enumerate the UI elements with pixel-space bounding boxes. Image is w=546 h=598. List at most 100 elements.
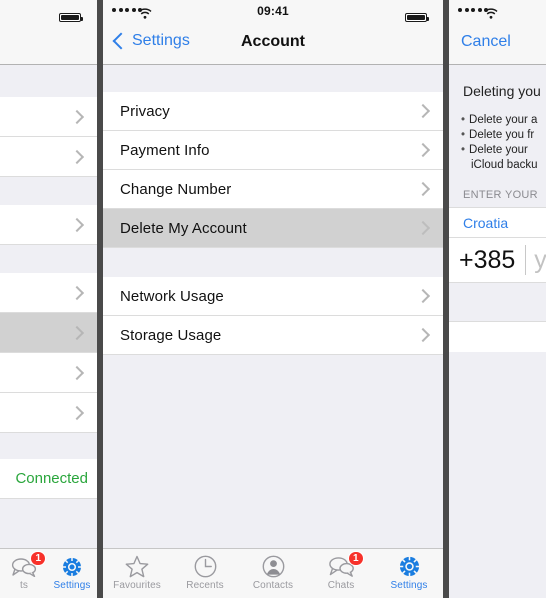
- row-delete-my-account[interactable]: Delete My Account: [103, 209, 443, 248]
- middle-phone-panel: 09:41 Settings Account Privacy Payment I…: [103, 0, 443, 598]
- left-list-row[interactable]: [0, 97, 97, 137]
- tab-favourites[interactable]: Favourites: [103, 549, 171, 598]
- left-list-row-selected[interactable]: [0, 313, 97, 353]
- list-item-text: iCloud backu: [471, 159, 538, 171]
- list-group-gap: [103, 248, 443, 277]
- gear-icon: [397, 554, 422, 579]
- left-tab-bar: 1 ts Settings: [0, 548, 97, 598]
- chevron-right-icon: [69, 365, 85, 380]
- right-nav-bar: Cancel: [449, 22, 546, 65]
- left-group-gap: [0, 433, 97, 459]
- left-list-row[interactable]: [0, 393, 97, 433]
- row-privacy[interactable]: Privacy: [103, 92, 443, 131]
- row-label: Payment Info: [120, 141, 210, 159]
- right-phone-panel: Cancel Deleting you • Delete your a • De…: [449, 0, 546, 598]
- tab-chats[interactable]: 1 Chats: [307, 549, 375, 598]
- left-list-row[interactable]: [0, 137, 97, 177]
- row-label: Change Number: [120, 180, 232, 198]
- tab-label: Settings: [390, 580, 428, 591]
- body-filler: [449, 352, 546, 552]
- tab-recents[interactable]: Recents: [171, 549, 239, 598]
- settings-group-usage: Network Usage Storage Usage: [103, 277, 443, 355]
- tab-settings[interactable]: Settings: [375, 549, 443, 598]
- list-item: • Delete your: [461, 143, 546, 158]
- tab-chats[interactable]: 1 ts: [0, 549, 48, 598]
- tab-label: Chats: [327, 580, 355, 591]
- list-item-text: Delete you fr: [469, 129, 535, 141]
- chevron-right-icon: [69, 149, 85, 164]
- list-item-text: Delete your a: [469, 114, 538, 126]
- chevron-right-icon: [69, 325, 85, 340]
- chevron-right-icon: [415, 142, 431, 158]
- left-list-row[interactable]: [0, 205, 97, 245]
- cancel-button[interactable]: Cancel: [461, 33, 511, 51]
- status-bar: 09:41: [103, 0, 443, 22]
- body-filler: [449, 283, 546, 321]
- row-label: Delete My Account: [120, 219, 247, 237]
- left-list-row[interactable]: [0, 353, 97, 393]
- row-change-number[interactable]: Change Number: [103, 170, 443, 209]
- chats-icon: 1: [11, 551, 46, 579]
- chevron-right-icon: [415, 220, 431, 236]
- row-payment-info[interactable]: Payment Info: [103, 131, 443, 170]
- star-icon: [125, 554, 149, 579]
- tab-contacts[interactable]: Contacts: [239, 549, 307, 598]
- tab-label: Contacts: [252, 580, 294, 591]
- delete-heading: Deleting you: [463, 83, 541, 99]
- row-storage-usage[interactable]: Storage Usage: [103, 316, 443, 355]
- delete-account-body: Deleting you • Delete your a • Delete yo…: [449, 65, 546, 552]
- chevron-right-icon: [415, 288, 431, 304]
- chevron-right-icon: [415, 181, 431, 197]
- gear-icon-svg: [61, 556, 83, 577]
- chats-badge: 1: [347, 551, 364, 566]
- tab-label: Favourites: [113, 580, 161, 591]
- list-item-continuation: iCloud backu: [461, 158, 546, 173]
- left-group-gap: [0, 245, 97, 273]
- row-network-usage[interactable]: Network Usage: [103, 277, 443, 316]
- settings-group-account: Privacy Payment Info Change Number Delet…: [103, 92, 443, 248]
- left-phone-panel: Connected 1 ts Settings: [0, 0, 97, 598]
- left-nav-bar: [0, 22, 97, 65]
- country-selector[interactable]: Croatia: [449, 207, 546, 238]
- country-code: +385: [459, 245, 516, 274]
- tab-label: Recents: [186, 580, 224, 591]
- status-time: 09:41: [257, 4, 289, 18]
- page-title: Account: [241, 33, 305, 50]
- left-group-gap: [0, 499, 97, 539]
- chats-badge: 1: [30, 551, 46, 566]
- left-group-gap: [0, 177, 97, 205]
- chevron-right-icon: [69, 109, 85, 124]
- person-icon: [262, 554, 285, 579]
- list-item-text: Delete your: [469, 144, 528, 156]
- tab-bar: Favourites Recents Contacts 1 Chats Sett…: [103, 548, 443, 598]
- chevron-right-icon: [415, 327, 431, 343]
- three-phone-screenshot-stage: Connected 1 ts Settings 09:41 Settings A…: [0, 0, 546, 598]
- chevron-right-icon: [415, 103, 431, 119]
- list-item: • Delete your a: [461, 113, 546, 128]
- bullet-icon: •: [461, 144, 466, 156]
- bullet-icon: •: [461, 114, 466, 126]
- section-header: ENTER YOUR: [463, 189, 538, 201]
- chevron-right-icon: [69, 285, 85, 300]
- body-white-strip: [449, 321, 546, 352]
- left-group-gap: [0, 65, 97, 97]
- chats-icon: 1: [328, 551, 364, 579]
- list-item: • Delete you fr: [461, 128, 546, 143]
- chevron-right-icon: [69, 217, 85, 232]
- left-status-bar: [0, 0, 97, 22]
- phone-input-placeholder: y: [534, 245, 546, 274]
- bullet-icon: •: [461, 129, 466, 141]
- phone-number-field[interactable]: +385 y: [449, 238, 546, 283]
- row-label: Privacy: [120, 102, 170, 120]
- tab-label: Settings: [53, 580, 91, 591]
- list-top-gap: [103, 65, 443, 92]
- tab-label: ts: [20, 580, 28, 591]
- nav-bar: Settings Account: [103, 22, 443, 65]
- row-label: Storage Usage: [120, 326, 222, 344]
- left-list-row[interactable]: [0, 273, 97, 313]
- consequences-list: • Delete your a • Delete you fr • Delete…: [449, 99, 546, 173]
- tab-settings[interactable]: Settings: [48, 549, 96, 598]
- right-status-bar: [449, 0, 546, 22]
- connection-status: Connected: [0, 459, 97, 499]
- gear-icon: [60, 554, 84, 579]
